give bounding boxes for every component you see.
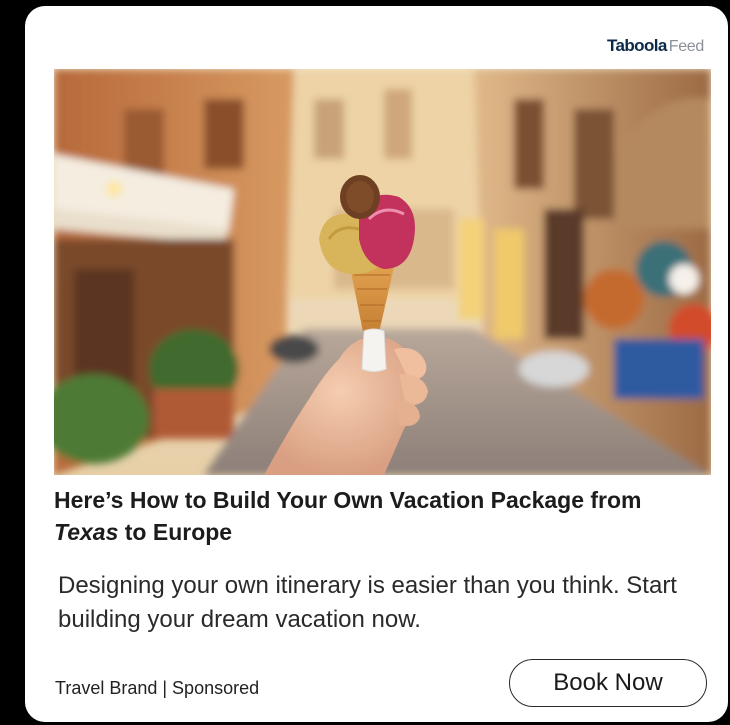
ad-description: Designing your own itinerary is easier t… (58, 572, 677, 633)
headline-part-1: Here’s How to Build Your Own Vacation Pa… (54, 487, 642, 513)
sponsor-label: Travel Brand | Sponsored (55, 678, 260, 698)
ad-image[interactable] (54, 69, 711, 475)
taboola-logo-text: Taboola (607, 36, 667, 55)
ad-headline[interactable]: Here’s How to Build Your Own Vacation Pa… (54, 484, 694, 548)
book-now-button[interactable]: Book Now (509, 659, 707, 707)
headline-part-2: to Europe (118, 519, 233, 545)
street-ice-cream-photo (54, 69, 711, 475)
feed-label: Feed (668, 38, 705, 55)
ad-card[interactable]: Taboola Feed Here’s How to Build Your Ow… (25, 6, 728, 722)
headline-emphasis: Texas (54, 519, 119, 545)
taboola-feed-logo[interactable]: Taboola Feed (607, 36, 705, 55)
